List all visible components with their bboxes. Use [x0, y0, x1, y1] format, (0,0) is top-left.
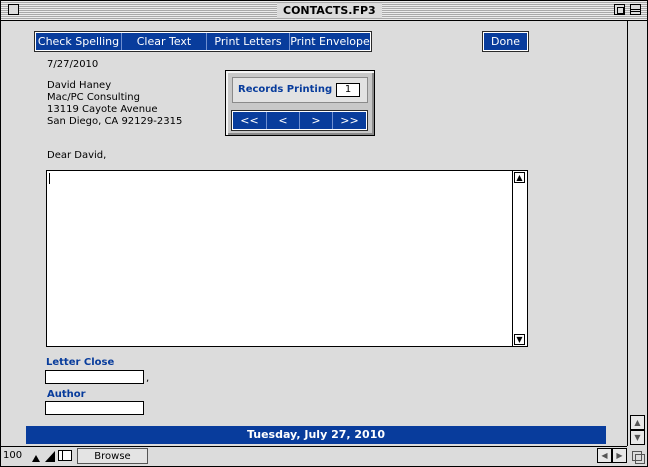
window-title: CONTACTS.FP3 — [277, 3, 382, 18]
title-bar[interactable]: CONTACTS.FP3 — [1, 1, 647, 21]
zoom-out-icon[interactable] — [44, 449, 56, 463]
window-scroll-up-icon[interactable]: ▲ — [630, 415, 645, 430]
window-scroll-left-icon[interactable]: ◀ — [597, 448, 612, 463]
letter-body-scrollbar[interactable]: ▲ ▼ — [512, 171, 527, 346]
footer-date-bar: Tuesday, July 27, 2010 — [26, 426, 606, 444]
print-envelope-button[interactable]: Print Envelope — [290, 33, 370, 50]
records-printing-label: Records Printing — [238, 84, 333, 95]
letter-close-label: Letter Close — [46, 357, 115, 368]
last-record-button[interactable]: >> — [333, 112, 366, 129]
contacts-window: CONTACTS.FP3 Check Spelling Clear Text P… — [0, 0, 648, 467]
mode-selector[interactable]: Browse — [77, 448, 148, 464]
resize-grip-icon[interactable] — [629, 448, 645, 464]
previous-record-button[interactable]: < — [267, 112, 300, 129]
zoom-level[interactable]: 100 — [3, 449, 29, 463]
address-street: 13119 Cayote Avenue — [47, 104, 158, 115]
window-vertical-scrollbar[interactable]: ▲ ▼ — [627, 21, 647, 446]
status-area-toggle-icon[interactable] — [58, 450, 72, 461]
salutation: Dear David, — [47, 150, 107, 161]
window-scroll-right-icon[interactable]: ▶ — [612, 448, 627, 463]
letter-close-field[interactable] — [45, 370, 144, 384]
script-button-bar: Check Spelling Clear Text Print Letters … — [34, 31, 372, 52]
records-printing-box: Records Printing 1 — [232, 77, 368, 103]
zoom-in-icon[interactable] — [31, 449, 43, 463]
done-button-frame: Done — [482, 31, 529, 52]
author-label: Author — [47, 389, 86, 400]
layout-area: Check Spelling Clear Text Print Letters … — [1, 21, 627, 446]
address-name: David Haney — [47, 80, 112, 91]
collapse-box-icon[interactable] — [630, 4, 641, 15]
address-city: San Diego, CA 92129-2315 — [47, 116, 183, 127]
close-box-icon[interactable] — [8, 4, 19, 15]
text-cursor — [49, 173, 50, 184]
status-bar: 100 Browse ◀ ▶ — [1, 446, 645, 466]
records-printing-panel: Records Printing 1 << < > >> — [225, 70, 375, 136]
done-button[interactable]: Done — [484, 33, 527, 50]
scroll-up-arrow-icon[interactable]: ▲ — [514, 172, 525, 183]
record-nav-bar: << < > >> — [231, 110, 368, 131]
print-letters-button[interactable]: Print Letters — [207, 33, 290, 50]
check-spelling-button[interactable]: Check Spelling — [36, 33, 122, 50]
letter-close-comma: , — [146, 373, 150, 384]
clear-text-button[interactable]: Clear Text — [122, 33, 207, 50]
next-record-button[interactable]: > — [300, 112, 333, 129]
letter-date: 7/27/2010 — [47, 59, 99, 70]
address-company: Mac/PC Consulting — [47, 92, 140, 103]
first-record-button[interactable]: << — [233, 112, 267, 129]
window-scroll-down-icon[interactable]: ▼ — [630, 430, 645, 445]
author-field[interactable] — [45, 401, 144, 415]
window-horizontal-scrollbar[interactable] — [149, 448, 599, 464]
letter-body-field[interactable]: ▲ ▼ — [46, 170, 528, 347]
zoom-box-icon[interactable] — [614, 4, 625, 15]
scroll-down-arrow-icon[interactable]: ▼ — [514, 334, 525, 345]
records-printing-input[interactable]: 1 — [336, 83, 360, 97]
